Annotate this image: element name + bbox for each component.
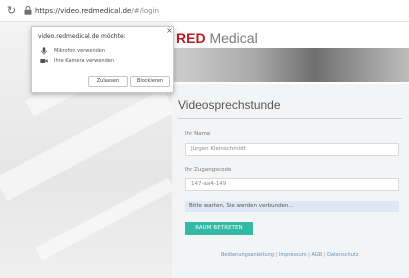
reload-icon[interactable]: ↻ bbox=[5, 4, 18, 17]
footer-link-terms[interactable]: AGB bbox=[312, 252, 323, 258]
camera-icon bbox=[40, 59, 48, 63]
camera-permission-text: Ihre Kamera verwenden bbox=[54, 58, 115, 64]
footer-link-privacy[interactable]: Datenschutz bbox=[327, 252, 358, 258]
microphone-icon bbox=[41, 47, 47, 55]
url-host: https://video.redmedical.de bbox=[35, 7, 132, 15]
access-code-input[interactable]: 147-aa4-149 bbox=[185, 178, 399, 191]
browser-toolbar: ↻ https://video.redmedical.de/#/login bbox=[0, 0, 409, 22]
url-path: /#/login bbox=[131, 7, 159, 15]
footer-links: Bedienungsanleitung | Impressum | AGB | … bbox=[221, 252, 358, 258]
microphone-permission-text: Mikrofon verwenden bbox=[54, 48, 106, 54]
allow-button[interactable]: Zulassen bbox=[88, 76, 128, 87]
block-button[interactable]: Blockieren bbox=[130, 76, 170, 87]
footer-link-manual[interactable]: Bedienungsanleitung bbox=[221, 252, 274, 258]
page-title: Videosprechstunde bbox=[178, 98, 281, 112]
access-code-label: Ihr Zugangscode bbox=[185, 167, 232, 173]
brand-logo: RED Medical bbox=[176, 30, 258, 46]
header-banner-image bbox=[172, 48, 409, 82]
lock-icon[interactable] bbox=[24, 6, 32, 15]
popup-title: video.redmedical.de möchte: bbox=[38, 33, 126, 40]
connection-status-message: Bitte warten, Sie werden verbunden... bbox=[185, 201, 399, 212]
close-icon[interactable]: × bbox=[165, 26, 174, 36]
brand-name-rest: Medical bbox=[205, 30, 258, 46]
title-divider bbox=[178, 118, 402, 119]
address-bar[interactable]: https://video.redmedical.de/#/login bbox=[35, 5, 159, 17]
enter-room-button[interactable]: RAUM BETRETEN bbox=[185, 222, 253, 235]
brand-name-bold: RED bbox=[176, 30, 206, 46]
name-input[interactable]: Jürgen Kleinschmidt bbox=[185, 143, 399, 156]
footer-link-imprint[interactable]: Impressum bbox=[279, 252, 307, 258]
name-label: Ihr Name bbox=[185, 131, 211, 137]
